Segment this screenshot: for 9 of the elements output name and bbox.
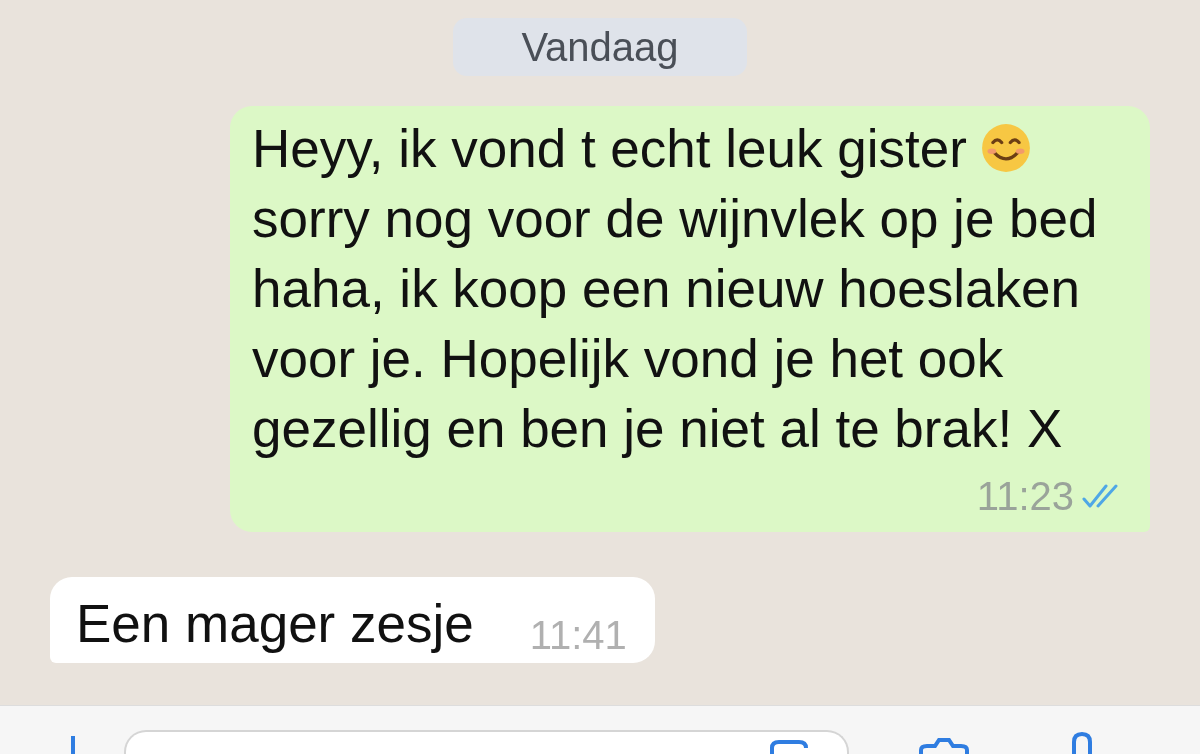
microphone-icon[interactable] (1069, 732, 1095, 754)
message-input-field[interactable] (124, 730, 849, 754)
message-text: sorry nog voor de wijnvlek op je bed haha, ik koop een nieuw hoeslaken voor je. Hopelijk vond je het ook gezellig en ben je niet al te brak! X (252, 188, 1099, 460)
message-text: Een mager zesje (76, 593, 474, 655)
message-time: 11:23 (976, 473, 1074, 520)
smiley-emoji-icon (980, 123, 1031, 173)
message-time: 11:41 (529, 612, 627, 659)
message-text: Heyy, ik vond t echt leuk gister (252, 119, 967, 178)
plus-icon[interactable] (70, 736, 76, 754)
